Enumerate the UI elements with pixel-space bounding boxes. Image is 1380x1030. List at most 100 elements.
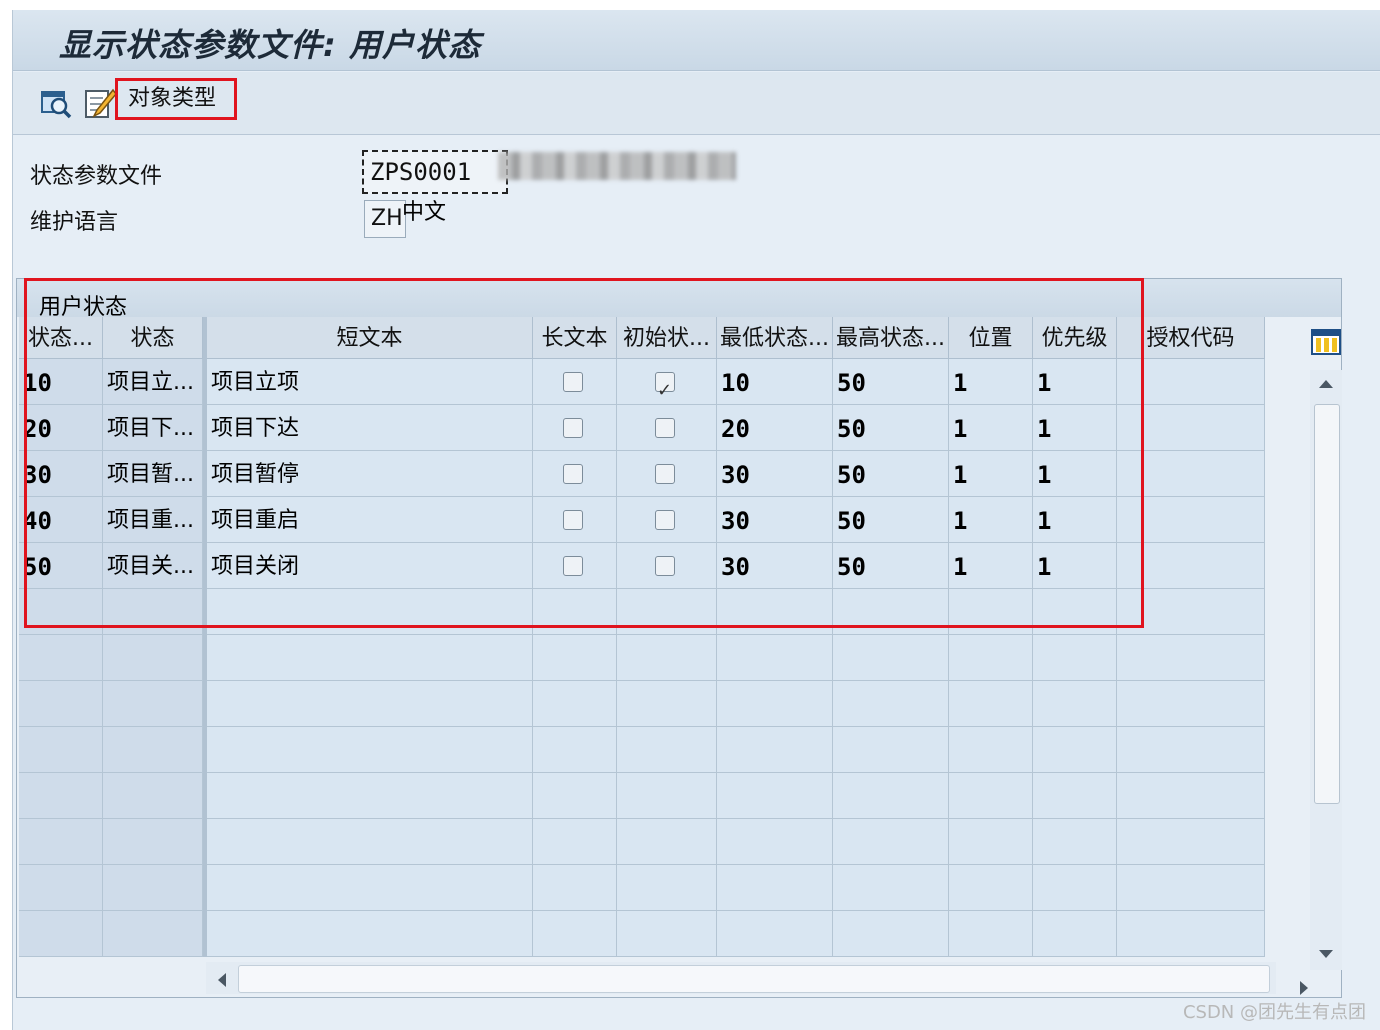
empty-cell[interactable] — [1117, 589, 1265, 635]
empty-cell[interactable] — [19, 819, 103, 865]
empty-cell[interactable] — [833, 727, 949, 773]
scroll-right-icon[interactable] — [1298, 980, 1310, 996]
col-position-cell[interactable]: 1 — [949, 359, 1033, 405]
col-status-no-cell[interactable]: 50 — [19, 543, 103, 589]
header-col-auth-code[interactable]: 授权代码 — [1117, 317, 1265, 359]
object-type-button[interactable]: 对象类型 — [115, 78, 237, 120]
empty-cell[interactable] — [103, 727, 203, 773]
empty-cell[interactable] — [207, 589, 533, 635]
empty-cell[interactable] — [1117, 911, 1265, 957]
empty-cell[interactable] — [207, 911, 533, 957]
empty-cell[interactable] — [1033, 865, 1117, 911]
col-status-no-cell[interactable]: 10 — [19, 359, 103, 405]
scroll-thumb[interactable] — [1314, 404, 1340, 804]
empty-cell[interactable] — [617, 681, 717, 727]
header-col-status[interactable]: 状态 — [103, 317, 203, 359]
col-status-cell[interactable]: 项目重... — [103, 497, 203, 543]
col-initial-status-cell[interactable] — [617, 359, 717, 405]
header-col-lowest-status[interactable]: 最低状态... — [717, 317, 833, 359]
col-position-cell[interactable]: 1 — [949, 405, 1033, 451]
col-status-cell[interactable]: 项目暂... — [103, 451, 203, 497]
empty-cell[interactable] — [19, 681, 103, 727]
scroll-down-icon[interactable] — [1318, 948, 1334, 960]
empty-cell[interactable] — [717, 635, 833, 681]
long-text-checkbox[interactable] — [563, 464, 583, 484]
empty-cell[interactable] — [103, 635, 203, 681]
col-status-no-cell[interactable]: 30 — [19, 451, 103, 497]
col-position-cell[interactable]: 1 — [949, 451, 1033, 497]
col-status-cell[interactable]: 项目立... — [103, 359, 203, 405]
col-long-text-cell[interactable] — [533, 405, 617, 451]
empty-cell[interactable] — [1117, 681, 1265, 727]
col-status-no-cell[interactable]: 20 — [19, 405, 103, 451]
col-long-text-cell[interactable] — [533, 543, 617, 589]
col-priority-cell[interactable]: 1 — [1033, 405, 1117, 451]
col-long-text-cell[interactable] — [533, 451, 617, 497]
empty-cell[interactable] — [103, 681, 203, 727]
header-col-priority[interactable]: 优先级 — [1033, 317, 1117, 359]
empty-cell[interactable] — [833, 589, 949, 635]
header-col-highest-status[interactable]: 最高状态... — [833, 317, 949, 359]
empty-cell[interactable] — [617, 727, 717, 773]
column-settings-icon[interactable] — [1310, 326, 1342, 358]
empty-cell[interactable] — [833, 635, 949, 681]
col-auth-code-cell[interactable] — [1117, 359, 1265, 405]
col-highest-status-cell[interactable]: 50 — [833, 497, 949, 543]
col-lowest-status-cell[interactable]: 30 — [717, 497, 833, 543]
empty-cell[interactable] — [1033, 773, 1117, 819]
col-lowest-status-cell[interactable]: 10 — [717, 359, 833, 405]
empty-cell[interactable] — [1033, 727, 1117, 773]
initial-status-checkbox[interactable] — [655, 418, 675, 438]
col-highest-status-cell[interactable]: 50 — [833, 405, 949, 451]
empty-cell[interactable] — [1117, 773, 1265, 819]
hscroll-thumb[interactable] — [238, 965, 1270, 993]
col-priority-cell[interactable]: 1 — [1033, 497, 1117, 543]
col-highest-status-cell[interactable]: 50 — [833, 359, 949, 405]
col-position-cell[interactable]: 1 — [949, 543, 1033, 589]
empty-cell[interactable] — [949, 635, 1033, 681]
display-search-icon[interactable] — [39, 86, 73, 120]
col-position-cell[interactable]: 1 — [949, 497, 1033, 543]
col-short-text-cell[interactable]: 项目立项 — [207, 359, 533, 405]
initial-status-checkbox[interactable] — [655, 464, 675, 484]
empty-cell[interactable] — [19, 865, 103, 911]
col-lowest-status-cell[interactable]: 30 — [717, 451, 833, 497]
empty-cell[interactable] — [717, 589, 833, 635]
col-short-text-cell[interactable]: 项目暂停 — [207, 451, 533, 497]
header-col-position[interactable]: 位置 — [949, 317, 1033, 359]
scroll-up-icon[interactable] — [1318, 378, 1334, 390]
empty-cell[interactable] — [533, 773, 617, 819]
empty-cell[interactable] — [717, 911, 833, 957]
initial-status-checkbox[interactable] — [655, 556, 675, 576]
col-initial-status-cell[interactable] — [617, 497, 717, 543]
header-col-status-no[interactable]: 状态... — [19, 317, 103, 359]
col-initial-status-cell[interactable] — [617, 451, 717, 497]
empty-cell[interactable] — [103, 911, 203, 957]
col-status-cell[interactable]: 项目下... — [103, 405, 203, 451]
empty-cell[interactable] — [617, 819, 717, 865]
col-long-text-cell[interactable] — [533, 497, 617, 543]
empty-cell[interactable] — [949, 681, 1033, 727]
empty-cell[interactable] — [833, 773, 949, 819]
initial-status-checkbox[interactable] — [655, 367, 675, 404]
col-short-text-cell[interactable]: 项目下达 — [207, 405, 533, 451]
empty-cell[interactable] — [103, 819, 203, 865]
header-col-initial-status[interactable]: 初始状... — [617, 317, 717, 359]
empty-cell[interactable] — [949, 819, 1033, 865]
empty-cell[interactable] — [1117, 727, 1265, 773]
empty-cell[interactable] — [717, 727, 833, 773]
empty-cell[interactable] — [533, 911, 617, 957]
empty-cell[interactable] — [1033, 681, 1117, 727]
empty-cell[interactable] — [19, 635, 103, 681]
empty-cell[interactable] — [19, 773, 103, 819]
empty-cell[interactable] — [533, 727, 617, 773]
empty-cell[interactable] — [1033, 589, 1117, 635]
long-text-checkbox[interactable] — [563, 556, 583, 576]
empty-cell[interactable] — [19, 911, 103, 957]
empty-cell[interactable] — [617, 911, 717, 957]
header-col-short-text[interactable]: 短文本 — [207, 317, 533, 359]
language-code-field[interactable]: ZH — [364, 200, 406, 238]
col-auth-code-cell[interactable] — [1117, 543, 1265, 589]
empty-cell[interactable] — [717, 865, 833, 911]
empty-cell[interactable] — [1033, 635, 1117, 681]
